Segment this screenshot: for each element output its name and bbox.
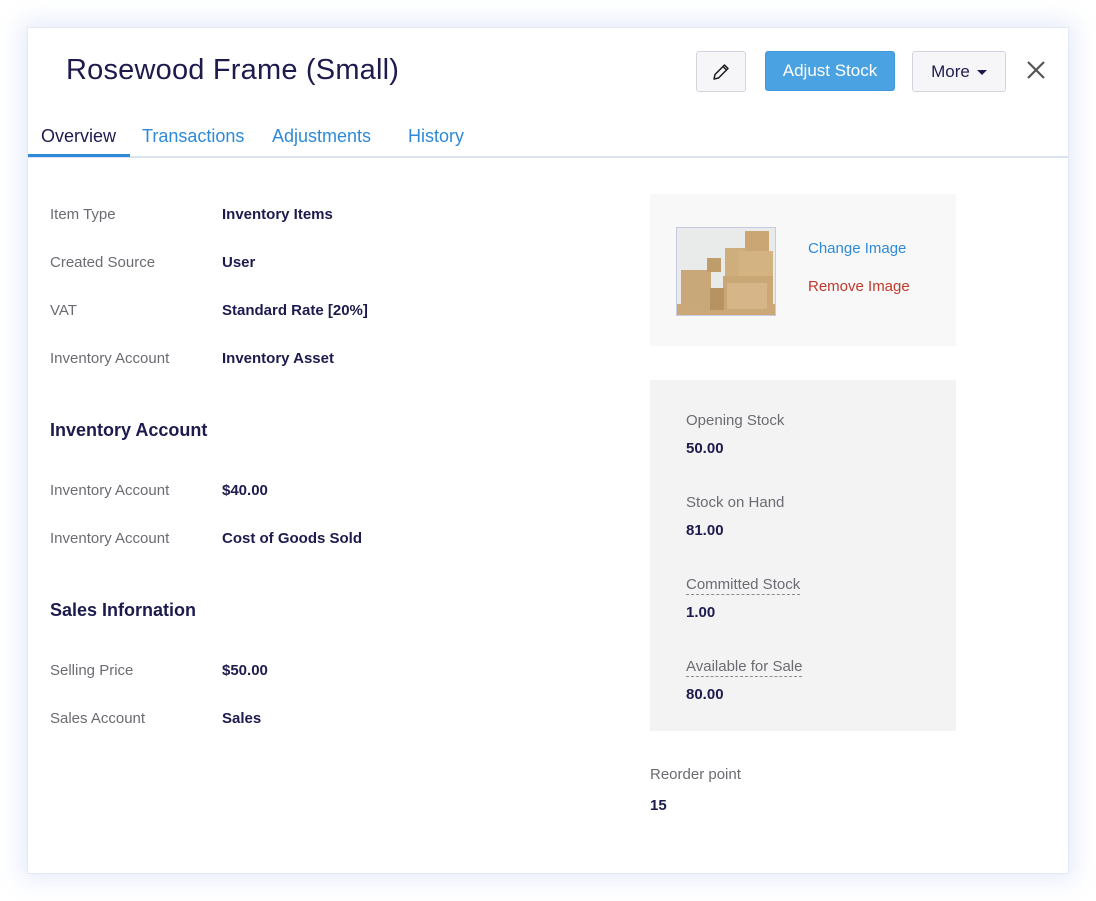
stock-value: 1.00: [686, 604, 716, 621]
inventory-section-heading: Inventory Account: [50, 420, 208, 440]
page-title: Rosewood Frame (Small): [66, 54, 400, 86]
detail-value: Standard Rate [20%]: [222, 302, 368, 319]
product-image: [676, 227, 776, 316]
committed-stock-tooltip-label[interactable]: Committed Stock: [686, 576, 801, 595]
item-detail-panel: Rosewood Frame (Small) Adjust Stock More…: [27, 27, 1069, 874]
more-label: More: [931, 61, 970, 81]
detail-label: Sales Account: [50, 710, 146, 727]
detail-label: Created Source: [50, 254, 156, 271]
reorder-point-label: Reorder point: [650, 766, 741, 783]
tab-adjustments[interactable]: Adjustments: [272, 126, 371, 147]
detail-value: $40.00: [222, 482, 268, 499]
detail-label: Inventory Account: [50, 482, 170, 499]
tab-transactions[interactable]: Transactions: [142, 126, 244, 147]
remove-image-link[interactable]: Remove Image: [808, 278, 910, 295]
sales-section-heading: Sales Infornation: [50, 600, 197, 620]
detail-label: VAT: [50, 302, 77, 319]
detail-value: Cost of Goods Sold: [222, 530, 362, 547]
detail-value: User: [222, 254, 256, 271]
stock-value: 80.00: [686, 686, 724, 703]
more-dropdown-button[interactable]: More: [912, 51, 1006, 92]
stock-label: Stock on Hand: [686, 494, 785, 511]
pencil-icon: [713, 63, 729, 80]
stock-value: 50.00: [686, 440, 724, 457]
stock-summary-panel: Opening Stock 50.00 Stock on Hand 81.00 …: [650, 380, 956, 731]
detail-label: Inventory Account: [50, 350, 170, 367]
cardboard-boxes-image: [677, 228, 775, 315]
reorder-point-value: 15: [650, 797, 667, 814]
close-icon[interactable]: [1024, 58, 1048, 82]
image-panel: Change Image Remove Image: [650, 194, 956, 346]
stock-label: Opening Stock: [686, 412, 785, 429]
adjust-stock-button[interactable]: Adjust Stock: [765, 51, 895, 91]
change-image-link[interactable]: Change Image: [808, 240, 906, 257]
detail-label: Selling Price: [50, 662, 134, 679]
detail-value: $50.00: [222, 662, 268, 679]
caret-down-icon: [976, 70, 987, 75]
edit-button[interactable]: [696, 51, 746, 92]
tab-overview[interactable]: Overview: [41, 126, 116, 147]
stock-value: 81.00: [686, 522, 724, 539]
available-for-sale-tooltip-label[interactable]: Available for Sale: [686, 658, 803, 677]
tab-bar: Overview Transactions Adjustments Histor…: [28, 126, 1068, 158]
detail-value: Inventory Asset: [222, 350, 334, 367]
active-tab-indicator: [28, 154, 130, 157]
detail-value: Sales: [222, 710, 262, 727]
detail-label: Inventory Account: [50, 530, 170, 547]
detail-label: Item Type: [50, 206, 116, 223]
detail-value: Inventory Items: [222, 206, 333, 223]
tab-history[interactable]: History: [408, 126, 464, 147]
